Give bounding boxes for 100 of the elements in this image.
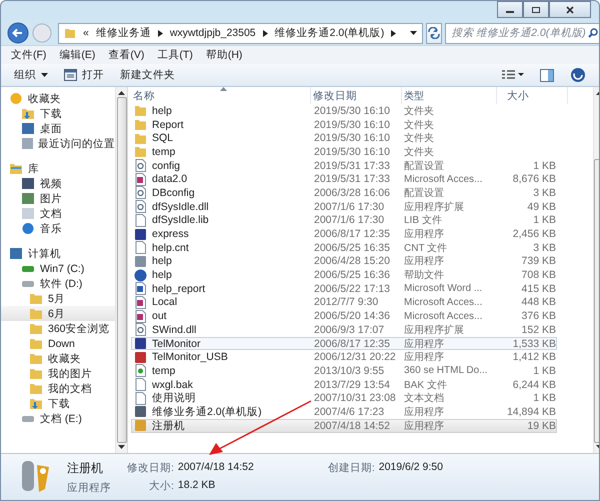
file-row[interactable]: help 2006/5/25 16:36 帮助文件 708 KB: [131, 268, 557, 282]
breadcrumb-overflow[interactable]: «: [83, 27, 89, 39]
sidebar-item[interactable]: 收藏夹: [1, 351, 115, 366]
file-row[interactable]: data2.0 2019/5/31 17:33 Microsoft Acces... 8,676 KB: [131, 172, 557, 186]
file-row[interactable]: temp 2019/5/30 16:10 文件夹: [131, 145, 557, 159]
folder-icon: [134, 118, 147, 132]
file-row[interactable]: express 2006/8/17 12:35 应用程序 2,456 KB: [131, 227, 557, 241]
menu-item[interactable]: 工具(T): [157, 48, 193, 62]
file-size: 6,244 KB: [512, 378, 556, 391]
column-header[interactable]: 大小: [497, 87, 568, 104]
file-type: 文件夹: [403, 104, 435, 118]
sidebar-item[interactable]: 计算机: [1, 246, 115, 261]
file-row[interactable]: help_report 2006/5/22 17:13 Microsoft Word ... 415 KB: [131, 282, 557, 296]
file-type: 应用程序: [67, 480, 111, 494]
search-field[interactable]: 搜索 维修业务通2.0(单机版): [445, 22, 599, 44]
view-options-button[interactable]: [499, 69, 527, 81]
sidebar-item[interactable]: 6月: [1, 306, 115, 321]
file-row[interactable]: out 2006/5/20 14:36 Microsoft Acces... 376 KB: [131, 309, 557, 323]
column-header[interactable]: 修改日期: [311, 87, 402, 104]
file-type: BAK 文件: [403, 378, 448, 392]
sidebar-item[interactable]: 音乐: [1, 221, 115, 236]
file-row[interactable]: SQL 2019/5/30 16:10 文件夹: [131, 131, 557, 146]
minimize-button[interactable]: [497, 1, 523, 18]
file-row[interactable]: temp 2013/10/3 9:55 360 se HTML Do... 1 KB: [131, 364, 557, 378]
menu-item[interactable]: 编辑(E): [59, 48, 96, 62]
menu-item[interactable]: 查看(V): [108, 48, 144, 62]
open-button[interactable]: 打开: [61, 67, 107, 83]
folder-icon: [29, 382, 43, 395]
sidebar-item[interactable]: 软件 (D:): [1, 276, 115, 291]
modified-date: 2006/5/20 14:36: [313, 310, 391, 322]
modified-date: 2019/5/30 16:10: [313, 118, 391, 131]
file-name: 维修业务通2.0(单机版): [152, 404, 262, 419]
database-file-icon: [134, 172, 147, 186]
sidebar-item[interactable]: 360安全浏览: [1, 321, 115, 336]
file-row[interactable]: help 2019/5/30 16:10 文件夹: [131, 104, 557, 118]
menu-item[interactable]: 帮助(H): [206, 48, 242, 62]
address-bar[interactable]: « 维修业务通 wxywtdjpjb_23505 维修业务通2.0(单机版): [58, 22, 424, 44]
file-row[interactable]: help 2006/4/28 15:20 应用程序 739 KB: [131, 254, 557, 268]
file-row[interactable]: TelMonitor_USB 2006/12/31 20:22 应用程序 1,412 KB: [131, 350, 557, 364]
sidebar-item[interactable]: 下载: [1, 396, 115, 411]
dll-file-icon: [134, 323, 147, 336]
refresh-button[interactable]: [426, 22, 442, 44]
breadcrumb-item[interactable]: wxywtdjpjb_23505: [170, 27, 256, 39]
database-file-icon: [134, 310, 147, 323]
dropdown-caret-icon[interactable]: [410, 31, 418, 35]
field-label: 大小:: [148, 479, 174, 493]
file-row[interactable]: DBconfig 2006/3/28 16:06 配置设置 3 KB: [131, 186, 557, 200]
file-row[interactable]: Local 2012/7/7 9:30 Microsoft Acces... 448 KB: [131, 296, 557, 310]
close-button[interactable]: [549, 1, 591, 18]
chevron-icon[interactable]: [158, 30, 163, 36]
sidebar-item[interactable]: 视频: [1, 176, 115, 191]
organize-button[interactable]: 组织: [11, 67, 51, 83]
preview-pane-button[interactable]: [537, 68, 557, 82]
breadcrumb-item[interactable]: 维修业务通2.0(单机版): [274, 26, 384, 40]
breadcrumb-item[interactable]: 维修业务通: [96, 26, 151, 40]
file-row[interactable]: Report 2019/5/30 16:10 文件夹: [131, 118, 557, 132]
file-row[interactable]: 注册机 2007/4/18 14:52 应用程序 19 KB: [131, 418, 557, 432]
new-folder-button[interactable]: 新建文件夹: [117, 67, 178, 83]
sidebar-item[interactable]: Win7 (C:): [1, 261, 115, 276]
sidebar-item[interactable]: 我的图片: [1, 366, 115, 381]
column-header[interactable]: 类型: [402, 87, 497, 104]
file-type: 帮助文件: [403, 268, 445, 282]
sidebar-item[interactable]: 图片: [1, 191, 115, 206]
file-row[interactable]: dfSysIdle.lib 2007/1/6 17:30 LIB 文件 1 KB: [131, 214, 557, 228]
file-row[interactable]: TelMonitor 2006/8/17 12:35 应用程序 1,533 KB: [131, 336, 557, 350]
file-size: 739 KB: [522, 255, 556, 268]
sidebar-item[interactable]: Down: [1, 336, 115, 351]
file-row[interactable]: config 2019/5/31 17:33 配置设置 1 KB: [131, 158, 557, 172]
sidebar-item[interactable]: 下载: [1, 106, 115, 121]
file-row[interactable]: 维修业务通2.0(单机版) 2007/4/6 17:23 应用程序 14,894 KB: [131, 405, 557, 419]
file-row[interactable]: SWind.dll 2006/9/3 17:07 应用程序扩展 152 KB: [131, 323, 557, 337]
modified-date: 2019/5/30 16:10: [313, 146, 391, 158]
sidebar-item[interactable]: 库: [1, 161, 115, 176]
scrollbar[interactable]: [115, 87, 127, 453]
sidebar-item[interactable]: 文档 (E:): [1, 411, 115, 426]
sidebar-item[interactable]: 文档: [1, 206, 115, 221]
back-button[interactable]: [7, 22, 29, 44]
file-row[interactable]: dfSysIdle.dll 2007/1/6 17:30 应用程序扩展 49 KB: [131, 200, 557, 214]
scroll-up-icon[interactable]: [118, 91, 125, 95]
sidebar-item[interactable]: 桌面: [1, 121, 115, 136]
sidebar-item[interactable]: 最近访问的位置: [1, 136, 115, 151]
chevron-icon[interactable]: [262, 30, 268, 36]
file-name: express: [152, 228, 189, 240]
file-name: help_report: [152, 282, 206, 295]
file-row[interactable]: 使用说明 2007/10/31 23:08 文本文档 1 KB: [131, 391, 557, 406]
chevron-icon[interactable]: [391, 30, 396, 36]
file-row[interactable]: wxgl.bak 2013/7/29 13:54 BAK 文件 6,244 KB: [131, 378, 557, 392]
restore-button[interactable]: [523, 1, 549, 18]
sidebar-item[interactable]: 5月: [1, 291, 115, 306]
scroll-down-icon[interactable]: [118, 445, 125, 449]
file-type: 文本文档: [403, 392, 445, 406]
menu-item[interactable]: 文件(F): [11, 48, 46, 62]
file-row[interactable]: help.cnt 2006/5/25 16:35 CNT 文件 3 KB: [131, 240, 557, 255]
modified-date: 2006/5/25 16:35: [313, 242, 391, 254]
sidebar-item[interactable]: 收藏夹: [1, 91, 115, 106]
modified-date: 2019/5/30 16:10: [313, 132, 391, 144]
close-icon: [565, 6, 575, 14]
sidebar-item[interactable]: 我的文档: [1, 381, 115, 396]
created-date: 2019/6/2 9:50: [378, 461, 443, 475]
file-type: 应用程序: [403, 338, 445, 351]
